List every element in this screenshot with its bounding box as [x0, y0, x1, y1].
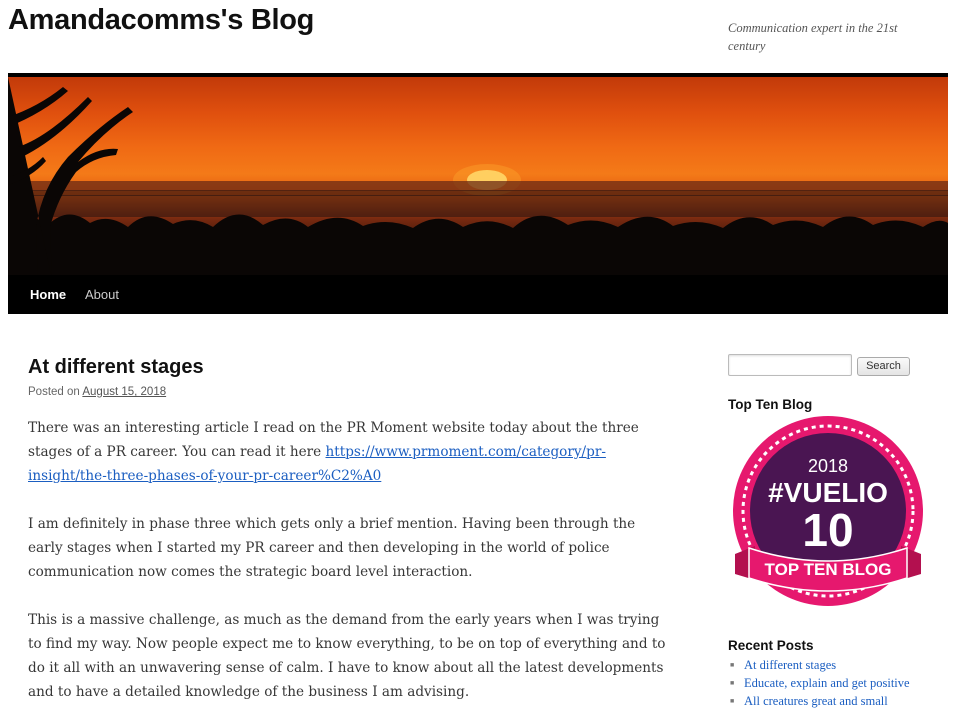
recent-post-link[interactable]: At different stages: [744, 658, 836, 672]
vuelio-top-ten-badge[interactable]: 2018 #VUELIO 10 TOP TEN BLOG: [731, 414, 925, 608]
post-meta: Posted on August 15, 2018: [28, 386, 166, 398]
post-title[interactable]: At different stages: [28, 356, 204, 379]
badge-ribbon-text: TOP TEN BLOG: [765, 560, 892, 579]
top-ten-blog-heading: Top Ten Blog: [728, 397, 813, 412]
recent-posts-list: At different stages Educate, explain and…: [728, 656, 910, 710]
nav-about-link[interactable]: About: [85, 287, 119, 302]
post-date-link[interactable]: August 15, 2018: [82, 386, 166, 398]
main-navigation: Home About: [8, 275, 948, 314]
post-paragraph-1: There was an interesting article I read …: [28, 416, 673, 488]
post-paragraph-3: This is a massive challenge, as much as …: [28, 612, 666, 700]
recent-post-item[interactable]: All creatures great and small: [728, 692, 910, 710]
post-content: There was an interesting article I read …: [28, 416, 673, 728]
recent-post-item[interactable]: Educate, explain and get positive: [728, 674, 910, 692]
search-input[interactable]: [728, 354, 852, 376]
badge-year: 2018: [808, 456, 848, 476]
badge-number: 10: [802, 504, 853, 556]
posted-on-label: Posted on: [28, 386, 80, 398]
site-tagline: Communication expert in the 21st century: [728, 21, 898, 53]
nav-home-link[interactable]: Home: [30, 287, 66, 302]
post-paragraph-2: I am definitely in phase three which get…: [28, 516, 636, 580]
header-banner-image: [8, 73, 948, 279]
recent-post-link[interactable]: All creatures great and small: [744, 694, 888, 708]
recent-posts-heading: Recent Posts: [728, 638, 814, 653]
recent-post-item[interactable]: At different stages: [728, 656, 910, 674]
site-title[interactable]: Amandacomms's Blog: [8, 4, 314, 37]
recent-post-link[interactable]: Educate, explain and get positive: [744, 676, 910, 690]
search-button[interactable]: Search: [857, 357, 910, 376]
